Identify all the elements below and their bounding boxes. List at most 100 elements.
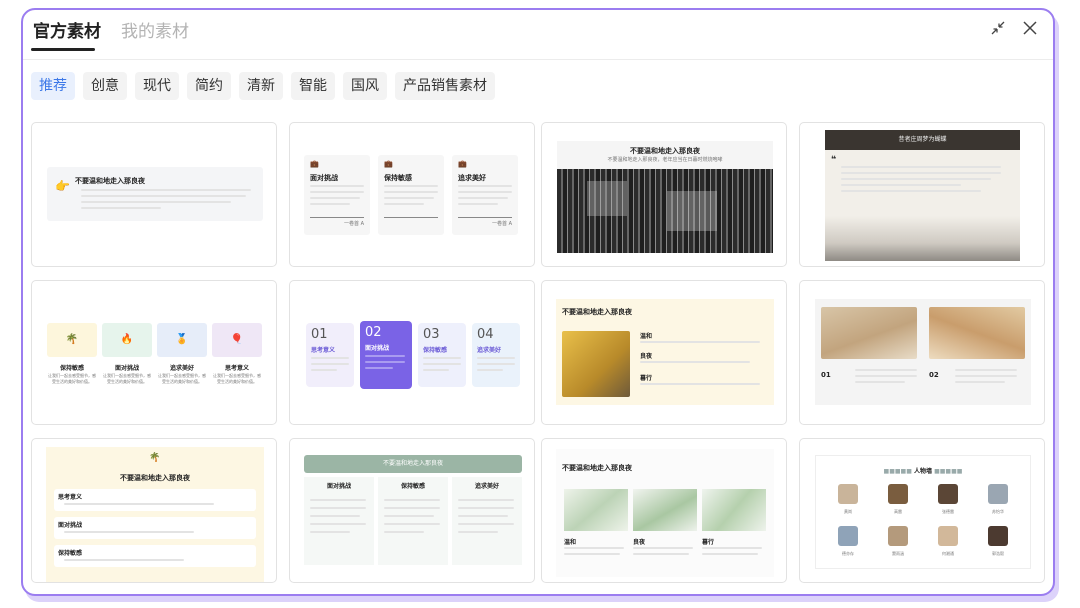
- avatar: [838, 484, 858, 504]
- item-title: 暮行: [702, 539, 715, 546]
- avatar: [988, 484, 1008, 504]
- step-card: 03 保持敏感: [418, 323, 466, 387]
- slide-column: 💼 追求美好 一卷首 A: [452, 155, 518, 235]
- plant-image: [633, 489, 697, 531]
- step-number: 02: [365, 325, 382, 340]
- slide-title: 不要温和地走入那良夜: [75, 177, 145, 185]
- item-title: 追求美好: [169, 365, 194, 372]
- column-title: 保持敏感: [400, 483, 425, 490]
- item-title: 保持敏感: [58, 550, 83, 557]
- template-card[interactable]: 不要温和地走入那良夜 温和 良夜 暮行: [541, 438, 787, 583]
- hand-pointing-icon: 👉: [55, 179, 70, 193]
- slide-title: 昔者庄周梦为蝴蝶: [898, 136, 947, 143]
- person-name: 德亦存: [842, 551, 854, 556]
- item-desc: 让我们一起去感受细节，感受生活的美好和价值。: [158, 373, 206, 384]
- slide-title: 不要温和地走入那良夜: [562, 308, 632, 316]
- template-card[interactable]: 🌴 不要温和地走入那良夜 思考意义 面对挑战 保持敏感: [31, 438, 277, 583]
- item-title: 暮行: [640, 375, 653, 382]
- palm-tree-icon: 🌴: [149, 453, 161, 463]
- column-title: 面对挑战: [326, 483, 351, 490]
- template-card[interactable]: 不要温和地走入那良夜 面对挑战 保持敏感 追求美好: [289, 438, 535, 583]
- person-name: 高雷: [894, 509, 902, 514]
- slide-column: 💼 面对挑战 一卷首 A: [304, 155, 370, 235]
- balloon-icon: 🎈: [212, 323, 262, 357]
- item-title: 良夜: [633, 539, 646, 546]
- tab-official-materials[interactable]: 官方素材: [33, 17, 101, 42]
- step-number: 01: [311, 327, 328, 342]
- slide-preview: 不要温和地走入那良夜 不要温和地走入那良夜，老年应当在日暮时燃烧咆哮: [557, 141, 773, 253]
- plant-image: [564, 489, 628, 531]
- panel-header: 官方素材 我的素材: [23, 10, 1053, 60]
- slide-preview: 01 02: [815, 299, 1031, 405]
- slide-preview: 🌴 不要温和地走入那良夜 思考意义 面对挑战 保持敏感: [46, 447, 264, 582]
- column-title: 保持敏感: [384, 174, 412, 182]
- column-title: 面对挑战: [310, 174, 338, 182]
- slide-preview: 👉 不要温和地走入那良夜: [47, 167, 263, 221]
- template-card[interactable]: 01 思考意义 02 面对挑战 03 保持敏感 04 追求美好: [289, 280, 535, 425]
- table-column: 追求美好: [452, 477, 522, 565]
- active-tab-underline: [31, 48, 95, 51]
- palm-tree-icon: 🌴: [47, 323, 97, 357]
- table-header-bar: 不要温和地走入那良夜: [304, 455, 522, 473]
- briefcase-icon: 💼: [458, 160, 467, 168]
- column-title: 追求美好: [458, 174, 486, 182]
- item-title: 温和: [564, 539, 577, 546]
- avatar: [938, 526, 958, 546]
- section-number: 02: [929, 371, 939, 379]
- step-number: 03: [423, 327, 440, 342]
- category-smart[interactable]: 智能: [291, 72, 335, 100]
- fire-icon: 🔥: [102, 323, 152, 357]
- template-card[interactable]: 昔者庄周梦为蝴蝶 ❝: [799, 122, 1045, 267]
- category-chips: 推荐 创意 现代 简约 清新 智能 国风 产品销售素材: [31, 72, 495, 100]
- item-title: 面对挑战: [114, 365, 139, 372]
- item-title: 面对挑战: [58, 522, 83, 529]
- category-product-sales[interactable]: 产品销售素材: [395, 72, 495, 100]
- slide-preview: 昔者庄周梦为蝴蝶 ❝: [825, 130, 1020, 261]
- template-card[interactable]: 不要温和地走入那良夜 不要温和地走入那良夜，老年应当在日暮时燃烧咆哮: [541, 122, 787, 267]
- step-card-active: 02 面对挑战: [360, 321, 412, 389]
- category-recommended[interactable]: 推荐: [31, 72, 75, 100]
- avatar: [888, 526, 908, 546]
- item-desc: 让我们一起去感受细节，感受生活的美好和价值。: [48, 373, 96, 384]
- slide-preview: ■■■■■ 人物墙 ■■■■■ 黄岗 高雷 张德雷 苏怡华 德亦存 窦雨涵 何湘…: [815, 455, 1031, 569]
- category-fresh[interactable]: 清新: [239, 72, 283, 100]
- item-title: 思考意义: [224, 365, 249, 372]
- table-column: 保持敏感: [378, 477, 448, 565]
- minimize-icon[interactable]: [987, 17, 1009, 39]
- category-minimal[interactable]: 简约: [187, 72, 231, 100]
- tab-my-materials[interactable]: 我的素材: [121, 17, 189, 42]
- table-column: 面对挑战: [304, 477, 374, 565]
- item-title: 保持敏感: [59, 365, 84, 372]
- template-card[interactable]: 不要温和地走入那良夜 温和 良夜 暮行: [541, 280, 787, 425]
- avatar: [938, 484, 958, 504]
- template-card[interactable]: ■■■■■ 人物墙 ■■■■■ 黄岗 高雷 张德雷 苏怡华 德亦存 窦雨涵 何湘…: [799, 438, 1045, 583]
- template-card[interactable]: 🌴 🔥 🏅 🎈 保持敏感 面对挑战 追求美好 思考意义 让我们一起去感受细节，感…: [31, 280, 277, 425]
- column-footnote: 一卷首 A: [343, 221, 364, 227]
- slide-title: 不要温和地走入那良夜: [562, 464, 632, 472]
- template-card[interactable]: 👉 不要温和地走入那良夜: [31, 122, 277, 267]
- person-name: 郭浩毅: [992, 551, 1004, 556]
- item-desc: 让我们一起去感受细节，感受生活的美好和价值。: [103, 373, 151, 384]
- avatar: [838, 526, 858, 546]
- step-title: 面对挑战: [365, 345, 390, 352]
- section-number: 01: [821, 371, 831, 379]
- desert-image: [821, 307, 917, 359]
- step-title: 思考意义: [311, 347, 336, 354]
- slide-column: 💼 保持敏感: [378, 155, 444, 235]
- desert-image: [929, 307, 1025, 359]
- close-icon[interactable]: [1019, 17, 1041, 39]
- slide-preview: 不要温和地走入那良夜 温和 良夜 暮行: [556, 299, 774, 405]
- slide-title: 不要温和地走入那良夜: [120, 474, 190, 482]
- category-creative[interactable]: 创意: [83, 72, 127, 100]
- person-name: 黄岗: [844, 509, 852, 514]
- slide-subtitle: 不要温和地走入那良夜，老年应当在日暮时燃烧咆哮: [607, 157, 723, 163]
- category-modern[interactable]: 现代: [135, 72, 179, 100]
- template-card[interactable]: 💼 面对挑战 一卷首 A 💼 保持敏感 💼 追求美好 一卷首 A: [289, 122, 535, 267]
- slide-title: ■■■■■ 人物墙 ■■■■■: [883, 468, 963, 475]
- slide-preview: 不要温和地走入那良夜 温和 良夜 暮行: [556, 449, 774, 577]
- avatar: [888, 484, 908, 504]
- column-footnote: 一卷首 A: [491, 221, 512, 227]
- category-chinese-style[interactable]: 国风: [343, 72, 387, 100]
- material-panel: 官方素材 我的素材 推荐 创意 现代 简约 清新 智能 国风 产品销售素材 👉 …: [21, 8, 1055, 596]
- template-card[interactable]: 01 02: [799, 280, 1045, 425]
